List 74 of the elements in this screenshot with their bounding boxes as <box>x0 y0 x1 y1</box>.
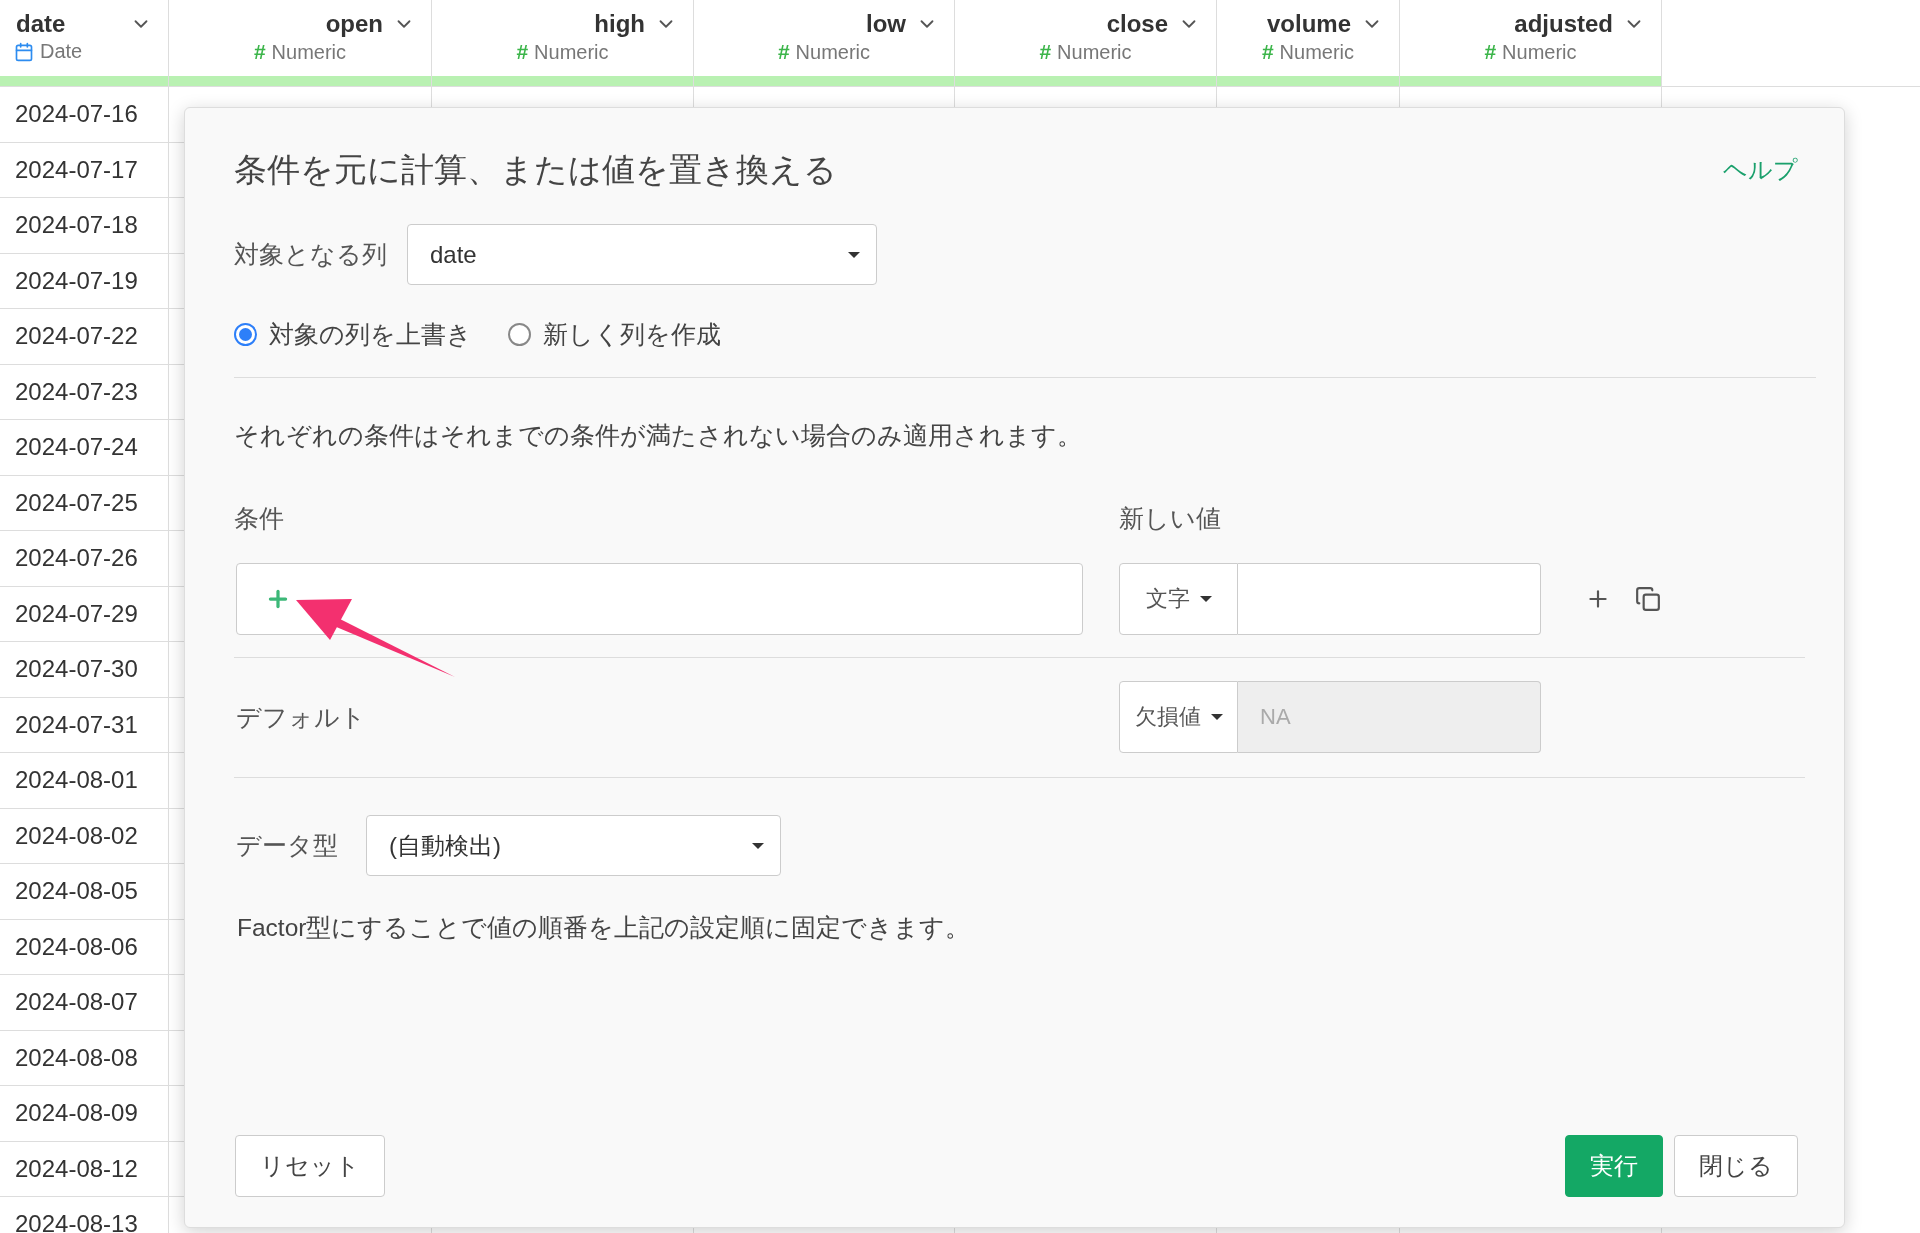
caret-icon <box>1210 714 1223 720</box>
copy-icon[interactable] <box>1635 586 1661 612</box>
note-text: Factor型にすることで値の順番を上記の設定順に固定できます。 <box>237 913 972 943</box>
note-text: それぞれの条件はそれまでの条件が満たされない場合のみ適用されます。 <box>234 421 1083 451</box>
reset-button[interactable]: リセット <box>235 1135 385 1197</box>
table-cell: 2024-08-05 <box>0 864 169 920</box>
calendar-icon <box>14 41 34 62</box>
caret-icon <box>752 842 764 849</box>
radio-icon[interactable] <box>234 322 257 346</box>
table-cell: 2024-07-16 <box>0 87 169 143</box>
table-cell: 2024-07-17 <box>0 142 169 198</box>
column-select[interactable]: date <box>407 224 877 285</box>
hash-icon: # <box>1484 40 1497 64</box>
column-type: Date <box>40 40 83 63</box>
caret-icon <box>848 251 860 258</box>
column-header[interactable]: open # Numeric <box>169 0 432 86</box>
type-select[interactable]: 文字 <box>1119 563 1238 635</box>
field-label: 条件 <box>234 504 285 534</box>
hash-icon: # <box>253 40 266 64</box>
table-cell: 2024-07-25 <box>0 475 169 531</box>
column-header[interactable]: close # Numeric <box>955 0 1217 86</box>
hash-icon: # <box>777 40 790 64</box>
table-cell: 2024-08-08 <box>0 1030 169 1086</box>
table-cell: 2024-07-22 <box>0 309 169 365</box>
table-cell: 2024-07-26 <box>0 531 169 587</box>
table-cell: 2024-08-06 <box>0 919 169 975</box>
radio-option[interactable]: 対象の列を上書き <box>234 317 472 351</box>
table-cell: 2024-07-31 <box>0 697 169 753</box>
column-type: Numeric <box>534 40 609 64</box>
table-cell: 2024-07-23 <box>0 364 169 420</box>
column-type: Numeric <box>795 40 871 64</box>
column-type: Numeric <box>1502 40 1577 64</box>
table-cell: 2024-08-01 <box>0 753 169 809</box>
hash-icon: # <box>516 40 529 64</box>
column-type: Numeric <box>271 40 347 64</box>
column-name: date <box>16 10 66 38</box>
field-label: デフォルト <box>236 702 367 733</box>
column-type: Numeric <box>1279 40 1355 64</box>
column-name: low <box>866 10 906 38</box>
table-cell: 2024-07-29 <box>0 586 169 642</box>
table-cell: 2024-08-02 <box>0 808 169 864</box>
column-header[interactable]: adjusted # Numeric <box>1400 0 1662 86</box>
table-cell: 2024-07-18 <box>0 198 169 254</box>
table-cell: 2024-08-12 <box>0 1141 169 1197</box>
column-header[interactable]: date Date <box>0 0 169 86</box>
column-name: close <box>1106 10 1168 38</box>
column-name: open <box>325 10 383 38</box>
column-header[interactable]: volume # Numeric <box>1217 0 1400 86</box>
dialog-title: 条件を元に計算、または値を置き換える <box>234 152 837 188</box>
table-cell: 2024-07-30 <box>0 642 169 698</box>
value-input[interactable] <box>1238 563 1541 635</box>
radio-icon[interactable] <box>508 322 531 346</box>
column-header[interactable]: high # Numeric <box>432 0 694 86</box>
radio-option[interactable]: 新しく列を作成 <box>508 317 721 351</box>
table-cell: 2024-08-13 <box>0 1197 169 1233</box>
type-select[interactable]: 欠損値 <box>1119 681 1238 753</box>
table-cell: 2024-08-07 <box>0 975 169 1031</box>
hash-icon: # <box>1039 40 1052 64</box>
column-name: adjusted <box>1514 10 1613 38</box>
field-label: データ型 <box>236 831 338 861</box>
field-label: 新しい値 <box>1119 504 1222 534</box>
close-button[interactable]: 閉じる <box>1674 1135 1798 1197</box>
caret-icon <box>1199 596 1212 602</box>
column-name: volume <box>1266 10 1351 38</box>
table-cell: 2024-07-19 <box>0 253 169 309</box>
data-type-select[interactable]: (自動検出) <box>366 815 781 876</box>
column-header[interactable]: low # Numeric <box>694 0 955 86</box>
column-type: Numeric <box>1057 40 1132 64</box>
condition-field[interactable] <box>236 563 1083 635</box>
hash-icon: # <box>1261 40 1274 64</box>
table-cell: 2024-07-24 <box>0 420 169 476</box>
column-name: high <box>594 10 645 38</box>
field-label: 対象となる列 <box>234 240 387 270</box>
table-cell: 2024-08-09 <box>0 1086 169 1142</box>
